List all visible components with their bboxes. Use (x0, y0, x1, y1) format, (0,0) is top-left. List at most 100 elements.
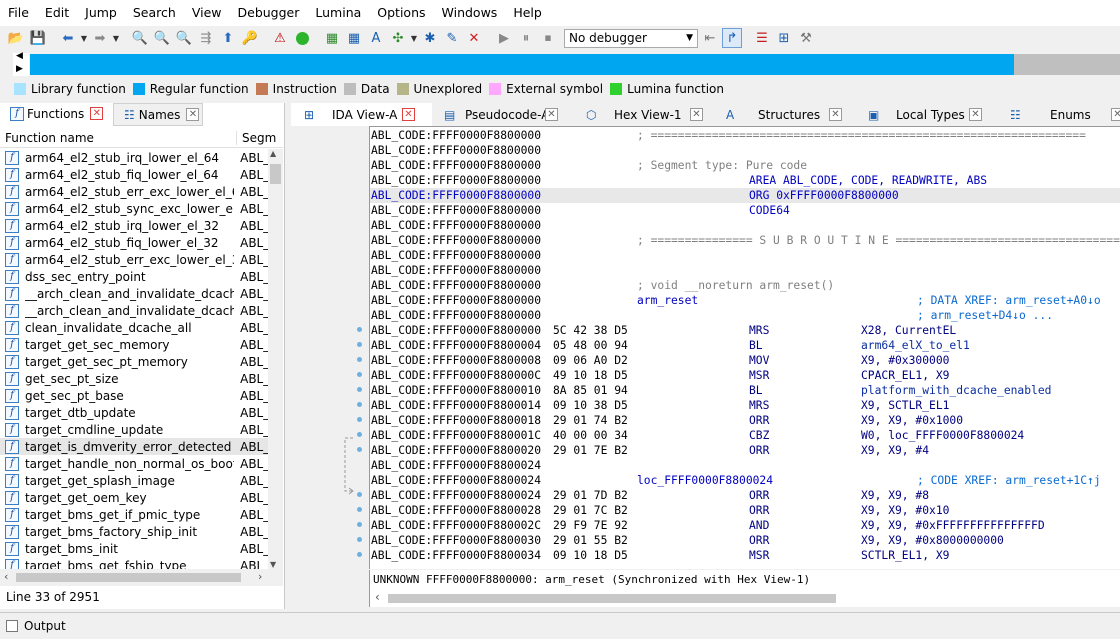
breakpoint-dot[interactable] (357, 537, 362, 542)
listing-line[interactable]: ABL_CODE:FFFF0000F8800000 arm_reset ; DATA… (370, 293, 1120, 308)
search-immediate-icon[interactable]: 🔍 (174, 28, 194, 48)
listing-line[interactable]: ABL_CODE:FFFF0000F8800024 loc_FFFF0000F88… (370, 473, 1120, 488)
function-row[interactable]: f get_sec_pt_size ABL_C (0, 370, 268, 387)
function-row[interactable]: f target_get_sec_pt_memory ABL_C (0, 353, 268, 370)
jump-address-icon[interactable]: 🔑 (240, 28, 260, 48)
function-row[interactable]: f target_bms_factory_ship_init ABL_C (0, 523, 268, 540)
bookmarks-icon[interactable]: ☰ (752, 28, 772, 48)
listing-line[interactable]: ABL_CODE:FFFF0000F880001C 40 00 00 34 CBZ W… (370, 428, 1120, 443)
breakpoint-dot[interactable] (357, 447, 362, 452)
data-region[interactable] (1014, 54, 1120, 75)
close-icon[interactable]: ✕ (969, 108, 982, 121)
function-row[interactable]: f arm64_el2_stub_err_exc_lower_el_64 ABL_C (0, 183, 268, 200)
breakpoint-dot[interactable] (357, 507, 362, 512)
listing-line[interactable]: ABL_CODE:FFFF0000F8800000 ; Segment type:… (370, 158, 1120, 173)
listing-line[interactable]: ABL_CODE:FFFF0000F8800024 (370, 458, 1120, 473)
menu-jump[interactable]: Jump (77, 0, 125, 26)
breakpoint-dot[interactable] (357, 387, 362, 392)
forward-dropdown-icon[interactable]: ▼ (112, 34, 120, 43)
function-row[interactable]: f get_sec_pt_base ABL_C (0, 387, 268, 404)
listing-line[interactable]: ABL_CODE:FFFF0000F8800004 05 48 00 94 BL ar… (370, 338, 1120, 353)
listing-line[interactable]: ABL_CODE:FFFF0000F8800024 29 01 7D B2 ORR X… (370, 488, 1120, 503)
open-icon[interactable]: 📂 (6, 28, 26, 48)
breakpoint-dot[interactable] (357, 522, 362, 527)
function-row[interactable]: f __arch_clean_and_invalidate_dcache_leve… (0, 285, 268, 302)
function-row[interactable]: f arm64_el2_stub_fiq_lower_el_32 ABL_C (0, 234, 268, 251)
menu-lumina[interactable]: Lumina (307, 0, 369, 26)
listing-line[interactable]: ABL_CODE:FFFF0000F880002C 29 F9 7E 92 AND X… (370, 518, 1120, 533)
listing-line[interactable]: ABL_CODE:FFFF0000F8800000 ; void __noretu… (370, 278, 1120, 293)
scrollbar-thumb[interactable] (388, 594, 836, 603)
output-bar[interactable]: Output (0, 612, 1120, 639)
back-dropdown-icon[interactable]: ▼ (80, 34, 88, 43)
warning-icon[interactable]: ⚠ (270, 28, 290, 48)
forward-icon[interactable]: ➡ (90, 28, 110, 48)
listing-line[interactable]: ABL_CODE:FFFF0000F8800000 ; =============… (370, 128, 1120, 143)
function-row[interactable]: f arm64_el2_stub_fiq_lower_el_64 ABL_C (0, 166, 268, 183)
listing-line[interactable]: ABL_CODE:FFFF0000F8800000 ; =============… (370, 233, 1120, 248)
function-row[interactable]: f target_bms_get_if_pmic_type ABL_C (0, 506, 268, 523)
tools-icon[interactable]: ⚒ (796, 28, 816, 48)
listing-line[interactable]: ABL_CODE:FFFF0000F8800014 09 10 38 D5 MRS X… (370, 398, 1120, 413)
close-icon[interactable]: ✕ (1111, 108, 1120, 121)
listing-line[interactable]: ABL_CODE:FFFF0000F8800000 (370, 248, 1120, 263)
scroll-down-icon[interactable]: ▼ (270, 560, 276, 569)
menu-search[interactable]: Search (125, 0, 184, 26)
menu-debugger[interactable]: Debugger (230, 0, 308, 26)
function-row[interactable]: f arm64_el2_stub_sync_exc_lower_el_32 ABL_… (0, 200, 268, 217)
jump-up-icon[interactable]: ⬆ (218, 28, 238, 48)
scroll-right-icon[interactable]: › (258, 570, 262, 583)
tab-hex-view-1[interactable]: ⬡ Hex View-1 ✕ (575, 103, 716, 126)
data-dropdown-icon[interactable]: ▼ (410, 34, 418, 43)
close-icon[interactable]: ✕ (402, 108, 415, 121)
menu-edit[interactable]: Edit (37, 0, 77, 26)
scroll-left-icon[interactable]: ‹ (375, 590, 380, 604)
play-icon[interactable]: ▶ (494, 28, 514, 48)
back-icon[interactable]: ⬅ (58, 28, 78, 48)
debugger-select[interactable]: No debugger ▼ (564, 28, 698, 48)
breakpoint-dot[interactable] (357, 432, 362, 437)
function-row[interactable]: f arm64_el2_stub_irq_lower_el_32 ABL_C (0, 217, 268, 234)
listing-line[interactable]: ABL_CODE:FFFF0000F8800008 09 06 A0 D2 MOV X… (370, 353, 1120, 368)
scrollbar-thumb[interactable] (270, 164, 281, 184)
search-next-icon[interactable]: ⇶ (196, 28, 216, 48)
listing-line[interactable]: ABL_CODE:FFFF0000F8800000 5C 42 38 D5 MRS X… (370, 323, 1120, 338)
column-function-name[interactable]: Function name (0, 130, 237, 145)
breakpoint-icon[interactable]: ⊞ (774, 28, 794, 48)
xref-icon[interactable]: ✱ (420, 28, 440, 48)
listing-line[interactable]: ABL_CODE:FFFF0000F8800030 29 01 55 B2 ORR X… (370, 533, 1120, 548)
create-string-icon[interactable]: A (366, 28, 386, 48)
function-row[interactable]: f target_bms_init ABL_C (0, 540, 268, 557)
menu-file[interactable]: File (0, 0, 37, 26)
create-struct-icon[interactable]: ▦ (344, 28, 364, 48)
function-row[interactable]: f clean_invalidate_dcache_all ABL_C (0, 319, 268, 336)
function-row[interactable]: f target_dtb_update ABL_C (0, 404, 268, 421)
debug-step-icon[interactable]: ↱ (722, 28, 742, 48)
stop-icon[interactable]: ⏹ (538, 28, 558, 48)
function-row[interactable]: f arm64_el2_stub_err_exc_lower_el_32 ABL_C (0, 251, 268, 268)
close-icon[interactable]: ✕ (829, 108, 842, 121)
regular-function-region[interactable] (30, 54, 1014, 75)
create-function-icon[interactable]: ▦ (322, 28, 342, 48)
scroll-up-icon[interactable]: ▲ (270, 149, 276, 158)
close-icon[interactable]: ✕ (186, 108, 200, 121)
triangle-left-icon[interactable]: ◀ (16, 51, 23, 61)
close-icon[interactable]: ✕ (690, 108, 703, 121)
function-row[interactable]: f target_get_sec_memory ABL_C (0, 336, 268, 353)
listing-line[interactable]: ABL_CODE:FFFF0000F8800000 ; arm_reset+D4↓… (370, 308, 1120, 323)
breakpoint-dot[interactable] (357, 327, 362, 332)
menu-help[interactable]: Help (505, 0, 550, 26)
close-icon[interactable]: ✕ (90, 107, 104, 120)
listing-line[interactable]: ABL_CODE:FFFF0000F8800000 (370, 143, 1120, 158)
column-segment[interactable]: Segm (237, 131, 276, 145)
function-row[interactable]: f arm64_el2_stub_irq_lower_el_64 ABL_C (0, 149, 268, 166)
debug-attach-icon[interactable]: ⇤ (700, 28, 720, 48)
function-row[interactable]: f dss_sec_entry_point ABL_C (0, 268, 268, 285)
breakpoint-dot[interactable] (357, 372, 362, 377)
menu-view[interactable]: View (184, 0, 230, 26)
listing-line[interactable]: ABL_CODE:FFFF0000F8800010 8A 85 01 94 BL pl… (370, 383, 1120, 398)
functions-vertical-scrollbar[interactable]: ▲ ▼ (268, 149, 283, 569)
function-row[interactable]: f target_handle_non_normal_os_boot ABL_C (0, 455, 268, 472)
listing-line[interactable]: ABL_CODE:FFFF0000F8800000 (370, 263, 1120, 278)
listing-line[interactable]: ABL_CODE:FFFF0000F8800018 29 01 74 B2 ORR X… (370, 413, 1120, 428)
